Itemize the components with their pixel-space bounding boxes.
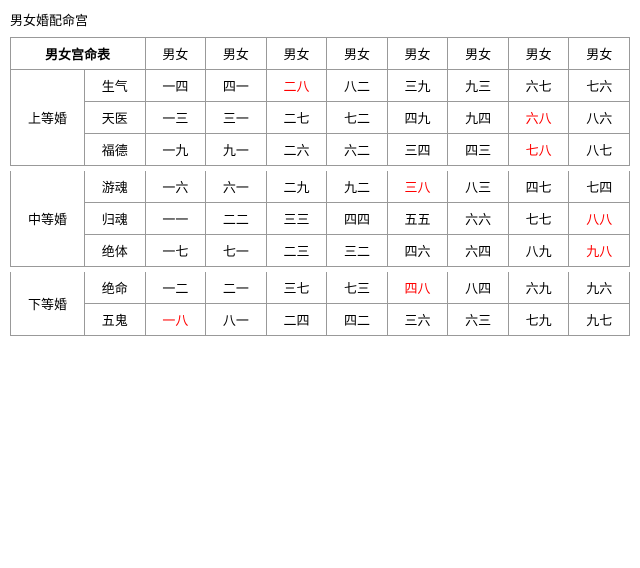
corner-header: 男女宫命表 xyxy=(11,38,146,70)
sub-label: 游魂 xyxy=(85,171,146,203)
page-title: 男女婚配命宫 xyxy=(10,10,630,29)
data-cell: 八一 xyxy=(206,304,267,336)
data-cell: 四三 xyxy=(448,134,509,166)
table-row: 上等婚生气一四四一二八八二三九九三六七七六 xyxy=(11,70,630,102)
data-cell: 六九 xyxy=(508,272,569,304)
data-cell: 九八 xyxy=(569,235,630,267)
data-cell: 一九 xyxy=(145,134,206,166)
section-label: 中等婚 xyxy=(11,171,85,267)
data-cell: 九二 xyxy=(327,171,388,203)
table-row: 福德一九九一二六六二三四四三七八八七 xyxy=(11,134,630,166)
data-cell: 四七 xyxy=(508,171,569,203)
data-cell: 二一 xyxy=(206,272,267,304)
section-label: 下等婚 xyxy=(11,272,85,336)
sub-label: 绝体 xyxy=(85,235,146,267)
data-cell: 八八 xyxy=(569,203,630,235)
data-cell: 四二 xyxy=(327,304,388,336)
data-cell: 一八 xyxy=(145,304,206,336)
section-label: 上等婚 xyxy=(11,70,85,166)
data-cell: 六四 xyxy=(448,235,509,267)
sub-label: 五鬼 xyxy=(85,304,146,336)
col-header-1: 男女 xyxy=(145,38,206,70)
data-cell: 七一 xyxy=(206,235,267,267)
data-cell: 三三 xyxy=(266,203,327,235)
data-cell: 一三 xyxy=(145,102,206,134)
col-header-3: 男女 xyxy=(266,38,327,70)
data-cell: 四六 xyxy=(387,235,448,267)
data-cell: 四九 xyxy=(387,102,448,134)
data-cell: 六三 xyxy=(448,304,509,336)
data-cell: 二四 xyxy=(266,304,327,336)
table-row: 下等婚绝命一二二一三七七三四八八四六九九六 xyxy=(11,272,630,304)
data-cell: 九四 xyxy=(448,102,509,134)
data-cell: 七八 xyxy=(508,134,569,166)
data-cell: 六一 xyxy=(206,171,267,203)
data-cell: 三九 xyxy=(387,70,448,102)
col-header-4: 男女 xyxy=(327,38,388,70)
data-cell: 七二 xyxy=(327,102,388,134)
data-cell: 八九 xyxy=(508,235,569,267)
data-cell: 一二 xyxy=(145,272,206,304)
col-header-6: 男女 xyxy=(448,38,509,70)
data-cell: 五五 xyxy=(387,203,448,235)
data-cell: 二八 xyxy=(266,70,327,102)
data-cell: 三八 xyxy=(387,171,448,203)
col-header-5: 男女 xyxy=(387,38,448,70)
data-cell: 八二 xyxy=(327,70,388,102)
table-row: 中等婚游魂一六六一二九九二三八八三四七七四 xyxy=(11,171,630,203)
data-cell: 二三 xyxy=(266,235,327,267)
data-cell: 三一 xyxy=(206,102,267,134)
data-cell: 二七 xyxy=(266,102,327,134)
data-cell: 六七 xyxy=(508,70,569,102)
data-cell: 一四 xyxy=(145,70,206,102)
data-cell: 三四 xyxy=(387,134,448,166)
data-cell: 七四 xyxy=(569,171,630,203)
data-cell: 七七 xyxy=(508,203,569,235)
data-cell: 八四 xyxy=(448,272,509,304)
data-cell: 九一 xyxy=(206,134,267,166)
data-cell: 四一 xyxy=(206,70,267,102)
data-cell: 九六 xyxy=(569,272,630,304)
main-table: 男女宫命表 男女 男女 男女 男女 男女 男女 男女 男女 上等婚生气一四四一二… xyxy=(10,37,630,336)
data-cell: 八七 xyxy=(569,134,630,166)
col-header-2: 男女 xyxy=(206,38,267,70)
sub-label: 福德 xyxy=(85,134,146,166)
data-cell: 二九 xyxy=(266,171,327,203)
data-cell: 六二 xyxy=(327,134,388,166)
data-cell: 七六 xyxy=(569,70,630,102)
sub-label: 天医 xyxy=(85,102,146,134)
sub-label: 绝命 xyxy=(85,272,146,304)
data-cell: 四四 xyxy=(327,203,388,235)
data-cell: 三七 xyxy=(266,272,327,304)
data-cell: 八三 xyxy=(448,171,509,203)
table-row: 绝体一七七一二三三二四六六四八九九八 xyxy=(11,235,630,267)
data-cell: 八六 xyxy=(569,102,630,134)
table-row: 归魂一一二二三三四四五五六六七七八八 xyxy=(11,203,630,235)
data-cell: 三六 xyxy=(387,304,448,336)
sub-label: 生气 xyxy=(85,70,146,102)
data-cell: 一六 xyxy=(145,171,206,203)
data-cell: 四八 xyxy=(387,272,448,304)
data-cell: 三二 xyxy=(327,235,388,267)
data-cell: 二二 xyxy=(206,203,267,235)
data-cell: 二六 xyxy=(266,134,327,166)
data-cell: 一一 xyxy=(145,203,206,235)
data-cell: 六六 xyxy=(448,203,509,235)
table-row: 天医一三三一二七七二四九九四六八八六 xyxy=(11,102,630,134)
data-cell: 六八 xyxy=(508,102,569,134)
data-cell: 七九 xyxy=(508,304,569,336)
col-header-7: 男女 xyxy=(508,38,569,70)
data-cell: 七三 xyxy=(327,272,388,304)
sub-label: 归魂 xyxy=(85,203,146,235)
table-row: 五鬼一八八一二四四二三六六三七九九七 xyxy=(11,304,630,336)
data-cell: 九三 xyxy=(448,70,509,102)
col-header-8: 男女 xyxy=(569,38,630,70)
data-cell: 九七 xyxy=(569,304,630,336)
data-cell: 一七 xyxy=(145,235,206,267)
